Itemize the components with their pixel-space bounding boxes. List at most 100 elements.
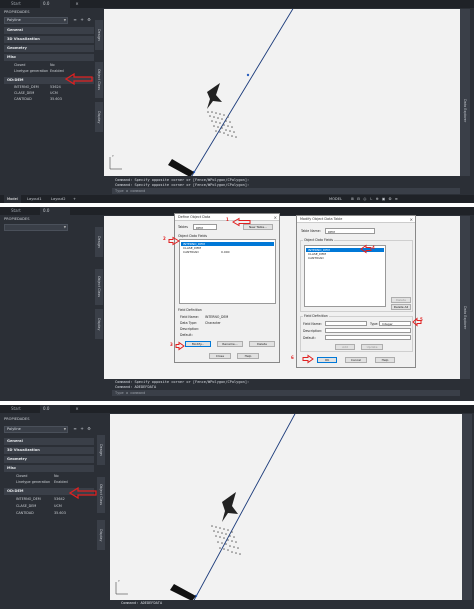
cancel-button[interactable]: Cancel [345,357,367,363]
callout-4: 4 [372,245,375,250]
field-name: CANTIDAD [308,256,324,260]
start-tab[interactable]: Start [8,207,24,215]
status-toggle-icons[interactable]: ⊞ ⊟ ◎ ∟ ⊕ ▣ ⚙ ≡ [348,195,402,203]
category-general[interactable]: General [4,438,94,445]
prop-linetype-value[interactable]: Enabled [50,69,64,74]
modify-button[interactable]: Modify... [185,341,211,347]
file-tab-bar: Start 0.0 × [0,405,474,413]
field-row-cantidad[interactable]: CANTIDAD 0.000 [181,250,274,254]
ok-button[interactable]: OK [317,357,337,363]
command-history-line: Command: ADEDEFDATA [118,601,462,606]
drawing-canvas[interactable]: Y [110,414,462,600]
description-input[interactable] [325,328,411,333]
table-select[interactable]: DEM [193,224,217,230]
command-input[interactable]: Type a command [112,188,460,194]
update-button[interactable]: Update [361,344,383,350]
close-tab-icon[interactable]: × [74,1,80,7]
close-tab-icon[interactable]: × [74,406,80,412]
prop-linetype-label: Linetype generation [14,69,49,73]
od-cantidad-value[interactable]: 35.603 [54,511,66,516]
side-tab-display[interactable]: Display [95,309,103,339]
side-tab-object-class[interactable]: Object Class [97,477,105,513]
modify-dialog-title: Modify Object Data Table [297,216,415,223]
side-tab-design[interactable]: Design [95,227,103,257]
category-geometry[interactable]: Geometry [4,456,94,463]
rename-button[interactable]: Rename... [217,341,243,347]
od-cantidad-value[interactable]: 35.603 [50,97,62,102]
add-button[interactable]: Add [335,344,355,350]
field-name-input[interactable] [325,321,367,326]
category-3d-visualization[interactable]: 3D Visualization [4,36,94,43]
file-tab[interactable]: 0.0 [40,405,70,413]
category-general[interactable]: General [4,27,94,34]
select-objects-icon[interactable]: + [79,17,85,23]
od-interno-value[interactable]: 53624 [50,85,61,90]
file-tab[interactable]: 0.0 [40,207,70,215]
prop-closed-label: Closed [14,63,26,67]
side-tab-object-class[interactable]: Object Class [95,62,103,98]
side-tab-data-explorer[interactable]: Data Explorer [461,301,469,335]
layout1-tab[interactable]: Layout1 [24,195,45,203]
select-objects-icon[interactable]: + [79,426,85,432]
category-misc[interactable]: Misc [4,54,94,61]
field-row-cantidad[interactable]: CANTIDAD [306,256,384,260]
default-label: Default: [180,333,193,337]
delete-all-button[interactable]: Delete All [391,304,411,310]
od-clase-label: CLASE_DEM [14,91,35,95]
object-type-select[interactable]: Polyline ▼ [4,17,68,24]
od-clase-value[interactable]: UCM [54,504,62,509]
type-select[interactable]: Integer [379,321,411,326]
fields-list[interactable]: INTERNO_DEM CLASE_DEM CANTIDAD 0.000 [179,239,276,304]
drawing-graphics [115,414,296,600]
help-button[interactable]: Help [237,353,259,359]
field-name-label: Field Name: [303,322,322,326]
table-name-input[interactable]: DEM [325,228,375,234]
help-button[interactable]: Help [375,357,395,363]
field-definition-label: Field Definition [303,314,329,318]
side-tab-display[interactable]: Display [97,520,105,550]
quick-select-icon[interactable]: ⚙ [86,17,92,23]
toggle-pickadd-icon[interactable]: ≡ [72,17,78,23]
side-tab-object-class[interactable]: Object Class [95,269,103,305]
prop-closed-value[interactable]: No [54,474,59,479]
red-arrow-1 [232,217,251,227]
side-tab-design[interactable]: Design [97,435,105,465]
delete-field-button[interactable]: Delete [391,297,411,303]
delete-button[interactable]: Delete [249,341,275,347]
red-arrow-6 [302,354,314,364]
quick-select-icon[interactable]: ⚙ [86,426,92,432]
start-tab[interactable]: Start [8,0,24,8]
close-button[interactable]: Close [209,353,231,359]
fields-list[interactable]: INTERNO_DEM CLASE_DEM CANTIDAD [304,245,386,307]
file-tab[interactable]: 0.0 [40,0,70,8]
toggle-pickadd-icon[interactable]: ≡ [72,426,78,432]
screenshot-before: Start 0.0 × PROPIEDADES Polyline ▼ ≡ + ⚙… [0,0,474,203]
start-tab[interactable]: Start [8,405,24,413]
model-space-button[interactable]: MODEL [326,195,345,203]
side-tab-display[interactable]: Display [95,102,103,132]
od-cantidad-label: CANTIDAD [14,97,32,101]
od-clase-value[interactable]: UCM [50,91,58,96]
prop-closed-value[interactable]: No [50,63,55,68]
properties-palette: PROPIEDADES ▼ [2,216,94,376]
add-layout-button[interactable]: + [70,195,79,203]
side-tab-design[interactable]: Design [95,20,103,50]
red-arrow-4 [360,244,372,254]
side-tab-data-explorer[interactable]: Data Explorer [461,94,469,128]
default-input[interactable] [325,335,411,340]
object-type-select[interactable]: Polyline ▼ [4,426,68,433]
field-name-value: INTERNO_DEM [205,315,229,319]
drawing-canvas[interactable]: Y [104,9,460,176]
category-geometry[interactable]: Geometry [4,45,94,52]
od-interno-value[interactable]: 53642 [54,497,65,502]
object-type-select[interactable]: ▼ [4,224,68,231]
category-3d-visualization[interactable]: 3D Visualization [4,447,94,454]
callout-2: 2 [163,236,166,241]
close-icon[interactable]: × [410,216,413,223]
category-misc[interactable]: Misc [4,465,94,472]
close-icon[interactable]: × [274,214,277,221]
layout2-tab[interactable]: Layout2 [48,195,69,203]
prop-linetype-value[interactable]: Enabled [54,480,68,485]
model-layout-tab[interactable]: Model [4,195,21,203]
command-input[interactable]: Type a command [112,390,460,396]
